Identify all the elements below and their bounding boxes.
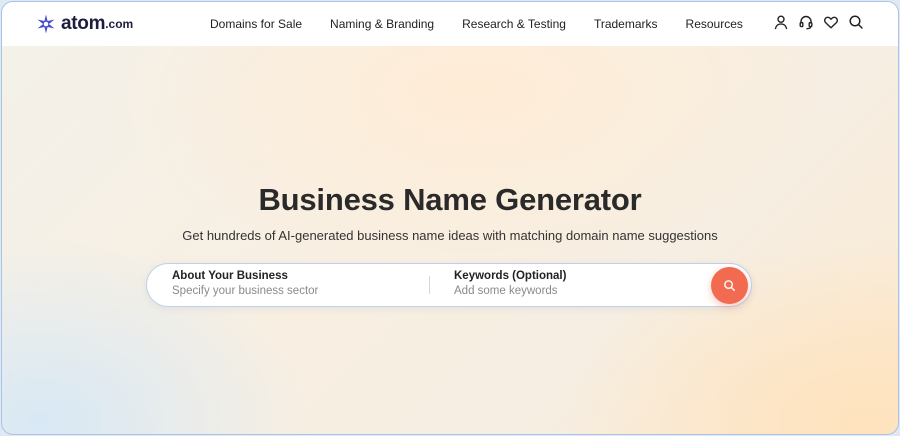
site-logo[interactable]: atom .com <box>36 13 133 35</box>
keywords-input[interactable] <box>454 284 694 299</box>
page-frame: atom .com Domains for Sale Naming & Brand… <box>1 1 899 435</box>
business-field[interactable]: About Your Business <box>172 269 422 301</box>
keywords-field-label: Keywords (Optional) <box>454 270 567 282</box>
logo-tld: .com <box>105 17 134 31</box>
field-divider <box>429 276 430 294</box>
nav-domains-for-sale[interactable]: Domains for Sale <box>210 17 302 31</box>
headset-icon[interactable] <box>798 14 814 30</box>
business-field-label: About Your Business <box>172 270 288 282</box>
nav-trademarks[interactable]: Trademarks <box>594 17 658 31</box>
name-generator-search-bar: About Your Business Keywords (Optional) <box>146 263 752 307</box>
search-icon[interactable] <box>848 14 864 30</box>
nav-resources[interactable]: Resources <box>686 17 743 31</box>
page-title: Business Name Generator <box>258 182 642 217</box>
business-sector-input[interactable] <box>172 284 412 299</box>
main-nav: Domains for Sale Naming & Branding Resea… <box>210 2 771 46</box>
keywords-field[interactable]: Keywords (Optional) <box>454 269 704 301</box>
nav-research-testing[interactable]: Research & Testing <box>462 17 566 31</box>
search-icon <box>724 280 736 292</box>
page-subtitle: Get hundreds of AI-generated business na… <box>182 228 718 243</box>
atom-logo-icon <box>37 14 55 34</box>
nav-naming-branding[interactable]: Naming & Branding <box>330 17 434 31</box>
generate-search-button[interactable] <box>711 267 748 304</box>
site-header: atom .com Domains for Sale Naming & Brand… <box>2 2 898 46</box>
user-icon[interactable] <box>773 14 789 30</box>
heart-icon[interactable] <box>823 14 839 30</box>
logo-wordmark: atom <box>61 13 106 34</box>
header-actions <box>764 14 864 30</box>
